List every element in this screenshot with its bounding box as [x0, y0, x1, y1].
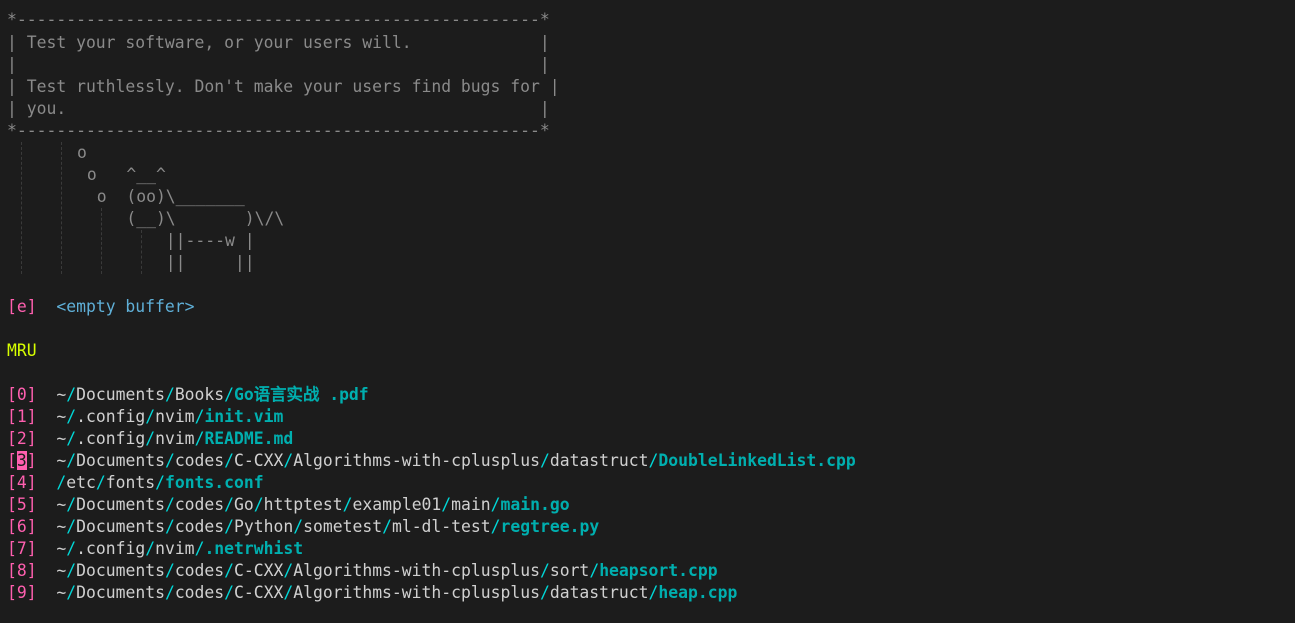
mru-item-number: 2: [16, 429, 27, 448]
cow-ascii-line: (__)\ )\/\: [77, 209, 285, 228]
mru-item-path: ~/Documents/Books/: [56, 385, 235, 404]
empty-buffer-label: <empty buffer>: [56, 297, 195, 316]
indent-guide: [21, 142, 22, 274]
terminal-window[interactable]: *---------------------------------------…: [0, 0, 1295, 623]
mru-item-path: ~/Documents/codes/C-CXX/Algorithms-with-…: [56, 583, 659, 602]
indent-guide: [141, 230, 142, 274]
mru-item[interactable]: [4] /etc/fonts/fonts.conf: [7, 472, 264, 494]
cursor-block: 3: [16, 451, 27, 470]
mru-item-number: 5: [16, 495, 27, 514]
mru-item-filename: Go语言实战 .pdf: [234, 385, 369, 404]
mru-item-index: [9]: [7, 583, 37, 602]
mru-item-filename: regtree.py: [500, 517, 600, 536]
mru-item-filename: fonts.conf: [164, 473, 264, 492]
mru-item[interactable]: [2] ~/.config/nvim/README.md: [7, 428, 293, 450]
cow-ascii-line: o ^__^: [77, 165, 166, 184]
mru-item-path: ~/Documents/codes/C-CXX/Algorithms-with-…: [56, 451, 659, 470]
mru-section-title: MRU: [7, 341, 37, 360]
cow-ascii-line: ||----w |: [77, 231, 255, 250]
indent-guide: [61, 142, 62, 274]
mru-item-number: 0: [16, 385, 27, 404]
cow-ascii-line: o: [77, 143, 87, 162]
mru-item-path: ~/.config/nvim/: [56, 539, 205, 558]
mru-item[interactable]: [9] ~/Documents/codes/C-CXX/Algorithms-w…: [7, 582, 737, 604]
mru-item-filename: main.go: [500, 495, 570, 514]
mru-item-number: 1: [16, 407, 27, 426]
mru-item-path: ~/Documents/codes/Go/httptest/example01/…: [56, 495, 501, 514]
mru-item[interactable]: [1] ~/.config/nvim/init.vim: [7, 406, 283, 428]
mru-item-index: [8]: [7, 561, 37, 580]
mru-item-path: /etc/fonts/: [56, 473, 165, 492]
mru-item-index: [1]: [7, 407, 37, 426]
indent-guide: [101, 208, 102, 274]
mru-item-index: [6]: [7, 517, 37, 536]
header-box-top: *---------------------------------------…: [7, 10, 550, 29]
header-box-bottom: *---------------------------------------…: [7, 121, 550, 140]
mru-item-index: [7]: [7, 539, 37, 558]
mru-item-number: 8: [16, 561, 27, 580]
mru-item-path: ~/.config/nvim/: [56, 407, 205, 426]
cow-ascii-line: o (oo)\_______: [77, 187, 245, 206]
mru-item[interactable]: [7] ~/.config/nvim/.netrwhist: [7, 538, 303, 560]
mru-item-index: [4]: [7, 473, 37, 492]
mru-item[interactable]: [0] ~/Documents/Books/Go语言实战 .pdf: [7, 384, 369, 406]
mru-item-filename: DoubleLinkedList.cpp: [658, 451, 856, 470]
mru-item-index: [5]: [7, 495, 37, 514]
mru-item[interactable]: [6] ~/Documents/codes/Python/sometest/ml…: [7, 516, 599, 538]
cow-ascii-line: || ||: [77, 253, 255, 272]
mru-item-path: ~/Documents/codes/Python/sometest/ml-dl-…: [56, 517, 501, 536]
mru-item-number: 7: [16, 539, 27, 558]
mru-item-index: [3]: [7, 451, 37, 470]
header-box-line: | you. |: [7, 99, 550, 118]
mru-item-path: ~/Documents/codes/C-CXX/Algorithms-with-…: [56, 561, 600, 580]
header-box-line: | Test your software, or your users will…: [7, 33, 550, 52]
mru-item-index: [2]: [7, 429, 37, 448]
empty-buffer-entry[interactable]: [e] <empty buffer>: [7, 296, 195, 318]
mru-item-filename: heap.cpp: [658, 583, 738, 602]
mru-item-path: ~/.config/nvim/: [56, 429, 205, 448]
mru-item-number: 9: [16, 583, 27, 602]
header-box-line: | Test ruthlessly. Don't make your users…: [7, 77, 560, 96]
mru-item[interactable]: [5] ~/Documents/codes/Go/httptest/exampl…: [7, 494, 570, 516]
mru-item[interactable]: [3] ~/Documents/codes/C-CXX/Algorithms-w…: [7, 450, 856, 472]
mru-item-filename: .netrwhist: [204, 539, 304, 558]
mru-item-number: 6: [16, 517, 27, 536]
mru-item-filename: heapsort.cpp: [599, 561, 718, 580]
mru-item[interactable]: [8] ~/Documents/codes/C-CXX/Algorithms-w…: [7, 560, 718, 582]
header-box-line: | |: [7, 55, 550, 74]
mru-item-number: 4: [16, 473, 27, 492]
mru-item-filename: init.vim: [204, 407, 284, 426]
mru-item-index: [0]: [7, 385, 37, 404]
empty-buffer-index: [e]: [7, 297, 37, 316]
mru-item-filename: README.md: [204, 429, 294, 448]
